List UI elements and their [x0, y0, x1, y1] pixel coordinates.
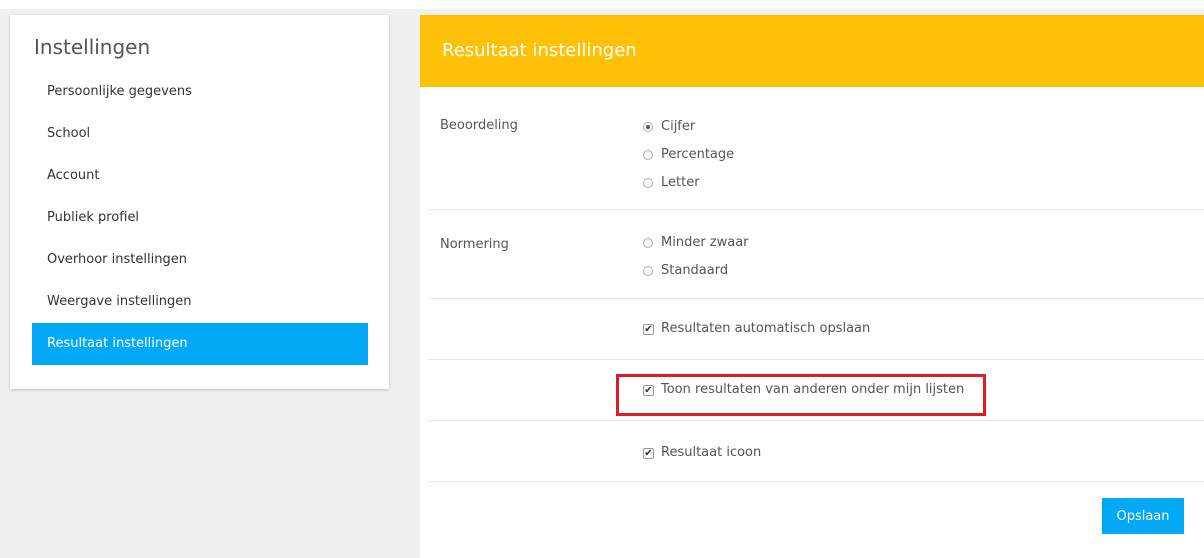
radio-unchecked-icon[interactable]: [643, 238, 653, 248]
result-settings-panel: Resultaat instellingen Beoordeling Cijfe…: [420, 15, 1204, 558]
highlight-annotation-box: [616, 374, 986, 416]
checkbox-result-icon[interactable]: ✔ Resultaat icoon: [643, 439, 761, 467]
radio-option-standaard[interactable]: Standaard: [643, 257, 749, 285]
normering-options: Minder zwaar Standaard: [643, 229, 749, 285]
radio-label: Cijfer: [661, 119, 696, 134]
beoordeling-label: Beoordeling: [440, 118, 518, 133]
top-strip: [0, 0, 1204, 9]
checkbox-checked-icon[interactable]: ✔: [643, 323, 654, 335]
radio-unchecked-icon[interactable]: [643, 178, 653, 188]
radio-option-percentage[interactable]: Percentage: [643, 141, 734, 169]
sidebar-item-overhoor-instellingen[interactable]: Overhoor instellingen: [32, 239, 368, 281]
panel-title: Resultaat instellingen: [420, 15, 1204, 87]
normering-label: Normering: [440, 237, 509, 252]
settings-sidebar: Instellingen Persoonlijke gegevens Schoo…: [10, 15, 389, 389]
radio-label: Standaard: [661, 263, 729, 278]
result-icon-row: ✔ Resultaat icoon: [428, 420, 1204, 482]
normering-row: Normering Minder zwaar Standaard: [428, 209, 1204, 299]
sidebar-item-resultaat-instellingen[interactable]: Resultaat instellingen: [32, 323, 368, 365]
checkbox-auto-save[interactable]: ✔ Resultaten automatisch opslaan: [643, 315, 870, 343]
radio-label: Letter: [661, 175, 700, 190]
beoordeling-row: Beoordeling Cijfer Percentage Letter: [428, 87, 1204, 210]
auto-save-row: ✔ Resultaten automatisch opslaan: [428, 298, 1204, 360]
radio-label: Percentage: [661, 147, 735, 162]
checkbox-label: Resultaat icoon: [661, 445, 762, 460]
sidebar-title: Instellingen: [34, 35, 151, 59]
sidebar-item-school[interactable]: School: [32, 113, 368, 155]
radio-unchecked-icon[interactable]: [643, 150, 653, 160]
sidebar-item-persoonlijke-gegevens[interactable]: Persoonlijke gegevens: [32, 71, 368, 113]
radio-unchecked-icon[interactable]: [643, 266, 653, 276]
result-icon-option: ✔ Resultaat icoon: [643, 439, 761, 467]
settings-menu: Persoonlijke gegevens School Account Pub…: [32, 83, 368, 365]
radio-checked-icon[interactable]: [643, 122, 653, 132]
checkbox-label: Resultaten automatisch opslaan: [661, 321, 871, 336]
radio-option-letter[interactable]: Letter: [643, 169, 734, 197]
save-button[interactable]: Opslaan: [1102, 498, 1184, 534]
sidebar-item-weergave-instellingen[interactable]: Weergave instellingen: [32, 281, 368, 323]
radio-option-cijfer[interactable]: Cijfer: [643, 113, 734, 141]
radio-option-minder-zwaar[interactable]: Minder zwaar: [643, 229, 749, 257]
checkbox-checked-icon[interactable]: ✔: [643, 447, 654, 459]
auto-save-option: ✔ Resultaten automatisch opslaan: [643, 315, 870, 343]
beoordeling-options: Cijfer Percentage Letter: [643, 113, 734, 197]
radio-label: Minder zwaar: [661, 235, 749, 250]
sidebar-item-publiek-profiel[interactable]: Publiek profiel: [32, 197, 368, 239]
sidebar-item-account[interactable]: Account: [32, 155, 368, 197]
